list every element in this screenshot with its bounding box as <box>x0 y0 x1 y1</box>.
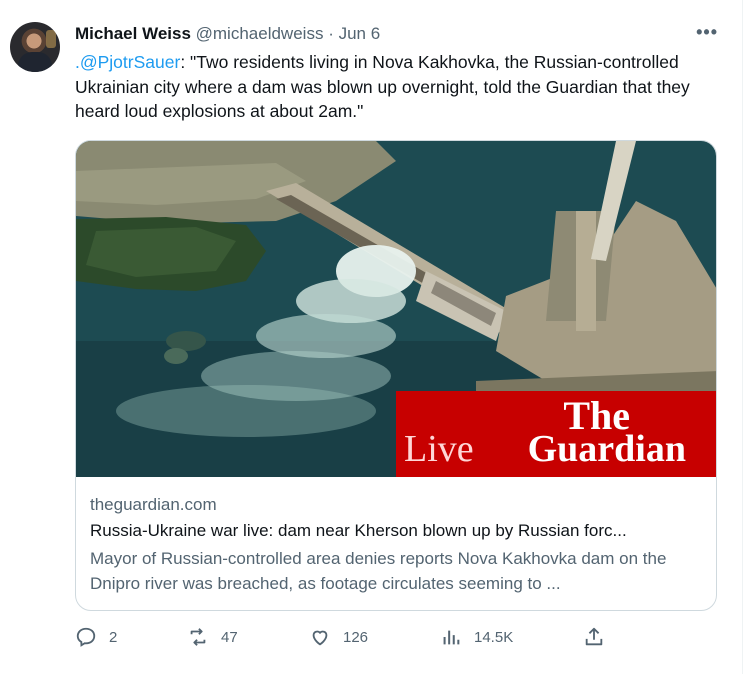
link-card[interactable]: The Live Guardian theguardian.com Russia… <box>75 140 717 611</box>
like-button[interactable]: 126 <box>309 626 368 648</box>
tweet-date[interactable]: Jun 6 <box>339 24 381 43</box>
views-button[interactable]: 14.5K <box>440 626 513 648</box>
reply-count: 2 <box>109 628 118 646</box>
guardian-logo-guardian: Guardian <box>528 428 686 470</box>
share-button[interactable] <box>583 626 617 648</box>
like-count: 126 <box>343 628 369 646</box>
action-bar: 2 47 126 14.5K <box>75 626 635 656</box>
card-description: Mayor of Russian-controlled area denies … <box>90 549 667 593</box>
avatar-light <box>46 30 56 48</box>
card-title: Russia-Ukraine war live: dam near Kherso… <box>90 521 627 540</box>
author-handle[interactable]: @michaeldweiss <box>196 24 324 43</box>
retweet-icon <box>190 628 206 646</box>
retweet-count: 47 <box>221 628 238 646</box>
card-domain: theguardian.com <box>90 495 217 514</box>
avatar-figure <box>18 52 52 72</box>
views-chart-icon <box>443 630 460 645</box>
reply-icon <box>76 627 96 647</box>
header-separator: · <box>328 24 334 43</box>
author-name[interactable]: Michael Weiss <box>75 24 191 43</box>
tweet-text: .@PjotrSauer: "Two residents living in N… <box>75 50 705 124</box>
share-icon <box>585 627 603 646</box>
guardian-logo-live: Live <box>404 428 474 470</box>
mention-link[interactable]: .@PjotrSauer <box>75 52 180 72</box>
tweet[interactable]: Michael Weiss @michaeldweiss · Jun 6 •••… <box>0 0 743 674</box>
avatar[interactable] <box>10 22 60 72</box>
card-image: The Live Guardian <box>76 141 716 477</box>
card-info: theguardian.com Russia-Ukraine war live:… <box>76 477 716 596</box>
more-horizontal-icon[interactable]: ••• <box>696 22 718 43</box>
views-count: 14.5K <box>474 628 514 646</box>
tweet-header: Michael Weiss @michaeldweiss · Jun 6 <box>75 24 380 44</box>
reply-button[interactable]: 2 <box>75 626 117 648</box>
heart-icon <box>312 630 328 646</box>
retweet-button[interactable]: 47 <box>187 626 238 648</box>
